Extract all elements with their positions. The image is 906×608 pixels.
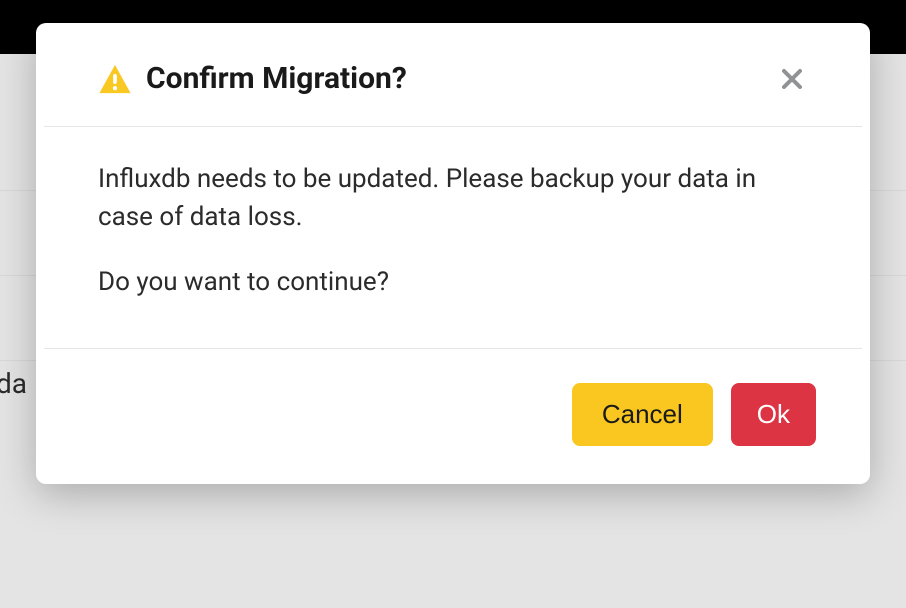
- modal-body: Influxdb needs to be updated. Please bac…: [44, 127, 862, 349]
- bg-partial-text: oda: [0, 367, 27, 400]
- modal-title: Confirm Migration?: [146, 61, 407, 96]
- modal-body-text-1: Influxdb needs to be updated. Please bac…: [98, 161, 808, 236]
- modal-title-row: Confirm Migration?: [98, 61, 407, 96]
- modal-footer: Cancel Ok: [36, 349, 870, 484]
- confirm-migration-modal: Confirm Migration? Influxdb needs to be …: [36, 23, 870, 484]
- warning-icon: [98, 63, 132, 95]
- ok-button[interactable]: Ok: [731, 383, 816, 446]
- cancel-button[interactable]: Cancel: [572, 383, 713, 446]
- close-icon: [780, 67, 804, 91]
- modal-body-text-2: Do you want to continue?: [98, 264, 808, 302]
- modal-header: Confirm Migration?: [44, 23, 862, 127]
- close-button[interactable]: [776, 63, 808, 95]
